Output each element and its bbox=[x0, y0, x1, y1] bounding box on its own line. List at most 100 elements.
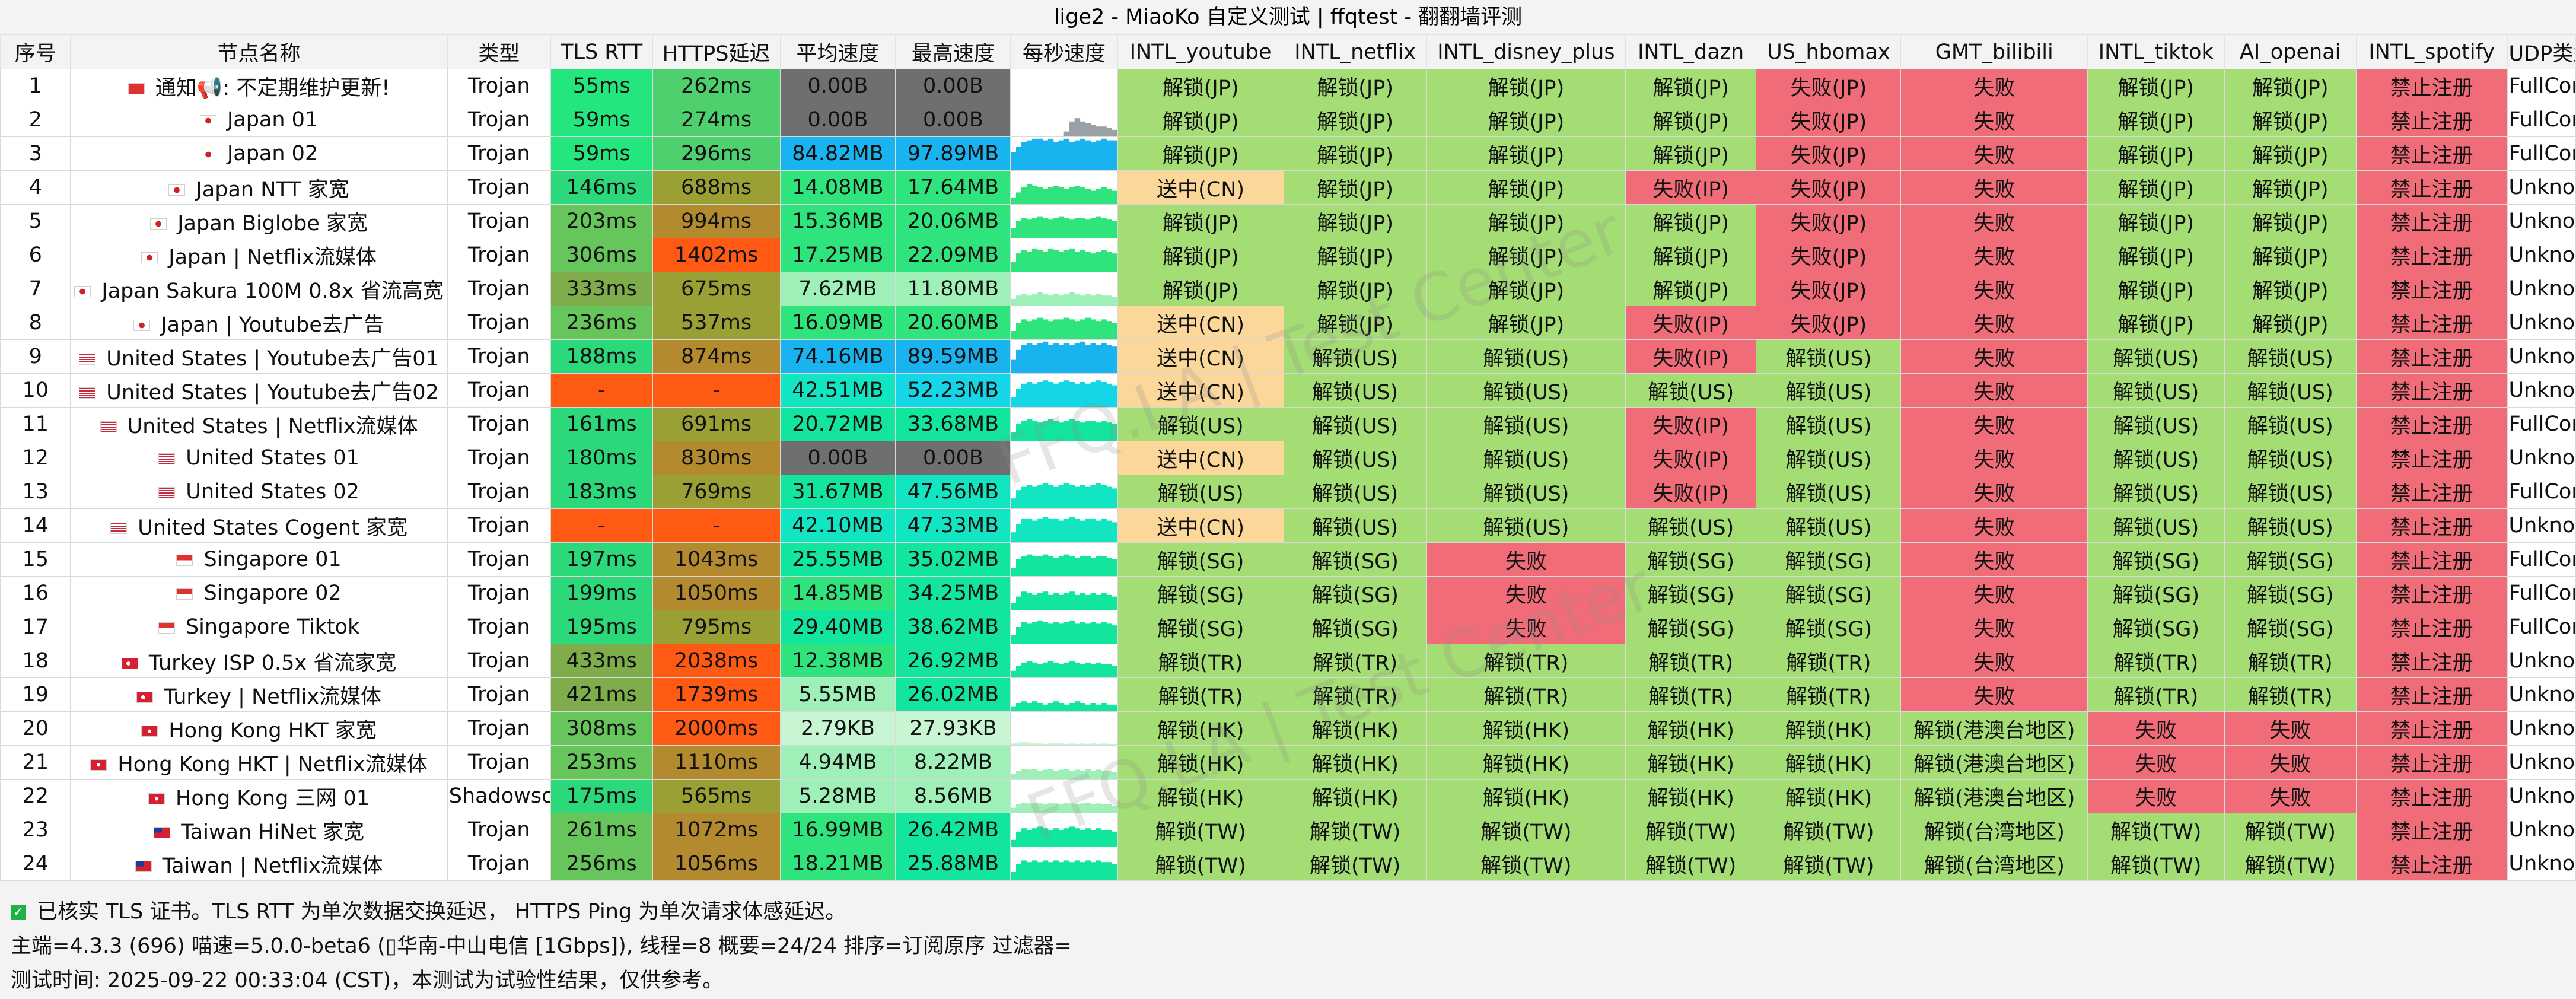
sparkline-bar bbox=[1106, 486, 1113, 508]
table-row[interactable]: 12 United States 01 Trojan 180ms 830ms 0.00B 0… bbox=[0, 441, 2576, 475]
column-header[interactable]: US_hbomax bbox=[1756, 34, 1902, 69]
sparkline-bar bbox=[1080, 830, 1086, 847]
sparkline-bar bbox=[1069, 248, 1075, 272]
column-header[interactable]: INTL_netflix bbox=[1283, 34, 1427, 69]
table-row[interactable]: 1 通知📢: 不定期维护更新! Trojan 55ms 262ms 0.00B 0.00B 解… bbox=[0, 69, 2576, 103]
sparkline-bar bbox=[1085, 623, 1091, 644]
sparkline-bar bbox=[1106, 594, 1113, 610]
openai-result: 解锁(US) bbox=[2224, 475, 2357, 509]
table-row[interactable]: 3 Japan 02 Trojan 59ms 296ms 84.82MB 97.89MB 解锁… bbox=[0, 136, 2576, 171]
dazn-result: 解锁(TR) bbox=[1625, 677, 1757, 712]
sparkline-bar bbox=[1021, 828, 1027, 847]
table-row[interactable]: 10 United States | Youtube去广告02 Trojan - -42… bbox=[0, 373, 2576, 408]
column-header[interactable]: AI_openai bbox=[2224, 34, 2357, 69]
netflix-result: 解锁(SG) bbox=[1283, 610, 1427, 644]
protocol-type: Trojan bbox=[447, 745, 551, 780]
flag-us-icon bbox=[79, 354, 96, 365]
node-name: Japan Biglobe 家宽 bbox=[177, 211, 368, 236]
https-latency: 1043ms bbox=[652, 542, 781, 577]
column-header[interactable]: 平均速度 bbox=[779, 34, 896, 69]
netflix-result: 解锁(HK) bbox=[1283, 745, 1427, 780]
sparkline-bar bbox=[1053, 622, 1059, 644]
table-row[interactable]: 15 Singapore 01 Trojan 197ms 1043ms 25.55MB 35… bbox=[0, 542, 2576, 577]
sparkline-bar bbox=[1085, 140, 1091, 170]
column-header[interactable]: GMT_bilibili bbox=[1900, 34, 2088, 69]
table-row[interactable]: 21 Hong Kong HKT | Netflix流媒体 Trojan 253ms 1… bbox=[0, 745, 2576, 780]
column-header[interactable]: INTL_dazn bbox=[1625, 34, 1757, 69]
table-row[interactable]: 23 Taiwan HiNet 家宽 Trojan 261ms 1072ms 16.99M… bbox=[0, 813, 2576, 847]
spotify-result: 禁止注册 bbox=[2355, 610, 2508, 644]
tiktok-result: 解锁(JP) bbox=[2087, 272, 2225, 306]
table-row[interactable]: 17 Singapore Tiktok Trojan 195ms 795ms 29.40M… bbox=[0, 610, 2576, 644]
speed-sparkline bbox=[1010, 407, 1118, 441]
sparkline-bar bbox=[1048, 295, 1054, 306]
column-header[interactable]: HTTPS延迟 bbox=[652, 34, 781, 69]
column-header[interactable]: TLS RTT bbox=[550, 34, 653, 69]
sparkline-bar bbox=[1080, 803, 1086, 813]
column-header[interactable]: 节点名称 bbox=[70, 34, 448, 69]
sparkline-bar bbox=[1074, 701, 1081, 711]
sparkline-bar bbox=[1059, 804, 1065, 813]
spotify-result: 禁止注册 bbox=[2355, 103, 2508, 137]
youtube-result: 解锁(JP) bbox=[1117, 69, 1284, 103]
table-row[interactable]: 16 Singapore 02 Trojan 199ms 1050ms 14.85MB 34… bbox=[0, 576, 2576, 610]
node-name-cell: United States | Netflix流媒体 bbox=[70, 407, 448, 441]
sparkline-chart bbox=[1011, 742, 1117, 745]
sparkline-bar bbox=[1011, 807, 1017, 813]
table-row[interactable]: 14 United States Cogent 家宽 Trojan - -42.10MB… bbox=[0, 508, 2576, 543]
node-name-cell: Japan NTT 家宽 bbox=[70, 170, 448, 205]
sparkline-bar bbox=[1064, 343, 1070, 373]
openai-result: 解锁(JP) bbox=[2224, 170, 2357, 205]
column-header[interactable]: 序号 bbox=[0, 34, 71, 69]
youtube-result: 解锁(JP) bbox=[1117, 136, 1284, 171]
sparkline-bar bbox=[1064, 317, 1070, 339]
sparkline-bar bbox=[1037, 803, 1043, 813]
table-row[interactable]: 6 Japan | Netflix流媒体 Trojan 306ms 1402ms 17.2… bbox=[0, 238, 2576, 272]
sparkline-bar bbox=[1059, 556, 1065, 576]
sparkline-bar bbox=[1074, 558, 1081, 576]
tiktok-result: 解锁(SG) bbox=[2087, 576, 2225, 610]
flag-hk-icon bbox=[148, 793, 165, 804]
sparkline-bar bbox=[1016, 253, 1022, 272]
avg-speed: 17.25MB bbox=[779, 238, 896, 272]
sparkline-bar bbox=[1027, 769, 1033, 779]
tls-rtt: 183ms bbox=[550, 475, 653, 509]
column-header[interactable]: INTL_disney_plus bbox=[1426, 34, 1626, 69]
disney-result: 解锁(JP) bbox=[1426, 306, 1626, 340]
sparkline-bar bbox=[1069, 826, 1075, 847]
column-header[interactable]: INTL_youtube bbox=[1117, 34, 1284, 69]
sparkline-bar bbox=[1085, 383, 1091, 407]
table-row[interactable]: 24 Taiwan | Netflix流媒体 Trojan 256ms 1056ms 18… bbox=[0, 847, 2576, 881]
column-header[interactable]: 每秒速度 bbox=[1010, 34, 1118, 69]
sparkline-bar bbox=[1096, 556, 1102, 576]
row-index: 11 bbox=[0, 407, 71, 441]
sparkline-bar bbox=[1074, 383, 1081, 407]
column-header[interactable]: INTL_spotify bbox=[2355, 34, 2508, 69]
table-row[interactable]: 8 Japan | Youtube去广告 Trojan 236ms 537ms 16.09… bbox=[0, 306, 2576, 340]
column-header[interactable]: 最高速度 bbox=[895, 34, 1011, 69]
sparkline-bar bbox=[1106, 743, 1113, 745]
table-row[interactable]: 4 Japan NTT 家宽 Trojan 146ms 688ms 14.08MB 17.6… bbox=[0, 170, 2576, 205]
table-row[interactable]: 2 Japan 01 Trojan 59ms 274ms 0.00B 0.00B 解锁(JP)… bbox=[0, 103, 2576, 137]
hbomax-result: 失败(JP) bbox=[1756, 69, 1902, 103]
row-index: 23 bbox=[0, 813, 71, 847]
column-header[interactable]: INTL_tiktok bbox=[2087, 34, 2225, 69]
column-header[interactable]: 类型 bbox=[447, 34, 551, 69]
table-row[interactable]: 22 Hong Kong 三网 01 Shadowsocks175ms565ms5.… bbox=[0, 779, 2576, 813]
udp-type: Unknown bbox=[2507, 441, 2576, 475]
https-latency: - bbox=[652, 373, 781, 408]
bilibili-result: 失败 bbox=[1900, 339, 2088, 374]
table-row[interactable]: 5 Japan Biglobe 家宽 Trojan 203ms 994ms 15.36MB… bbox=[0, 204, 2576, 238]
table-row[interactable]: 7 Japan Sakura 100M 0.8x 省流高宽 Trojan 333ms 6… bbox=[0, 272, 2576, 306]
sparkline-bar bbox=[1032, 556, 1038, 576]
table-row[interactable]: 18 Turkey ISP 0.5x 省流家宽 Trojan 433ms 2038ms 1… bbox=[0, 644, 2576, 678]
avg-speed: 15.36MB bbox=[779, 204, 896, 238]
table-row[interactable]: 13 United States 02 Trojan 183ms 769ms 31.67M… bbox=[0, 475, 2576, 509]
table-row[interactable]: 20 Hong Kong HKT 家宽 Trojan 308ms 2000ms 2.79K… bbox=[0, 711, 2576, 746]
column-header[interactable]: UDP类型 bbox=[2507, 34, 2576, 69]
table-row[interactable]: 11 United States | Netflix流媒体 Trojan 161ms 6… bbox=[0, 407, 2576, 441]
sparkline-bar bbox=[1027, 623, 1033, 644]
table-row[interactable]: 9 United States | Youtube去广告01 Trojan 188ms… bbox=[0, 339, 2576, 374]
table-row[interactable]: 19 Turkey | Netflix流媒体 Trojan 421ms 1739ms 5.… bbox=[0, 677, 2576, 712]
sparkline-chart bbox=[1011, 803, 1117, 813]
